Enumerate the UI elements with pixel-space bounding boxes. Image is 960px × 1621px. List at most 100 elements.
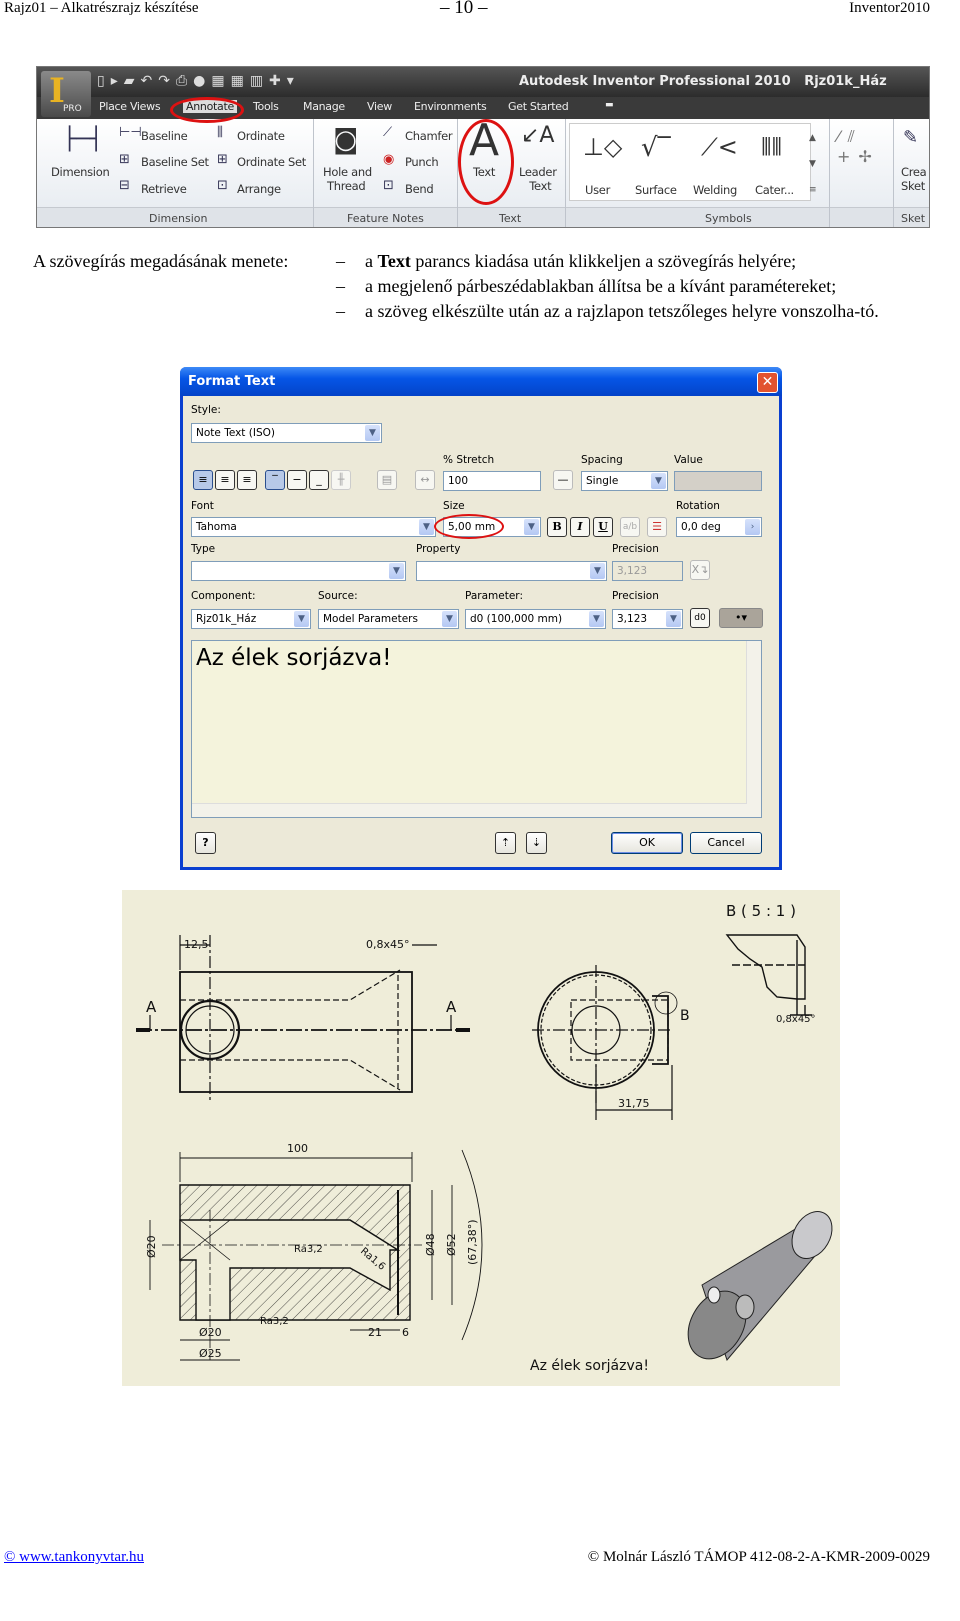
italic-button[interactable]: I — [570, 517, 590, 537]
chevron-down-icon: ▼ — [666, 611, 681, 627]
fraction-button[interactable]: a/b — [620, 517, 640, 537]
close-button[interactable]: ✕ — [757, 372, 778, 393]
value-label: Value — [674, 454, 703, 466]
spacing-select[interactable]: Single ▼ — [581, 471, 668, 491]
horizontal-scrollbar[interactable] — [192, 803, 747, 817]
chevron-down-icon: ▼ — [590, 563, 605, 579]
cancel-button[interactable]: Cancel — [690, 832, 762, 854]
source-select[interactable]: Model Parameters ▼ — [318, 609, 459, 629]
move-up-button[interactable]: ⇡ — [495, 832, 516, 854]
chevron-down-icon: ▼ — [651, 473, 666, 489]
surface-button[interactable]: Surface — [635, 183, 677, 197]
tab-tools[interactable]: Tools — [253, 100, 279, 113]
chevron-down-icon: ▼ — [589, 611, 604, 627]
welding-button[interactable]: Welding — [693, 183, 737, 197]
ok-button[interactable]: OK — [611, 832, 683, 854]
add-property-button[interactable]: X↴ — [690, 560, 710, 580]
line-spacing-button[interactable]: — — [553, 470, 573, 490]
footer-link[interactable]: © www.tankonyvtar.hu — [4, 1549, 144, 1566]
punch-button[interactable]: Punch — [405, 155, 439, 169]
source-label: Source: — [318, 590, 358, 602]
centerline-icons[interactable]: ⁄⫽ +✢ — [837, 127, 880, 166]
dash: – — [336, 251, 345, 271]
precision-value: 3,123 — [617, 565, 648, 577]
header-right: Inventor2010 — [849, 0, 930, 16]
group-symbols: Symbols — [705, 212, 752, 225]
chevron-down-icon: ▼ — [442, 611, 457, 627]
app-button[interactable]: I PRO — [41, 71, 91, 117]
dim-dia48: Ø48 — [424, 1233, 437, 1256]
value-input[interactable] — [674, 471, 762, 491]
text-frame-button[interactable]: ▤ — [377, 470, 397, 490]
quick-access-toolbar[interactable]: ▯▸▰↶↷⎙●▦▦▥✚▾ — [97, 73, 300, 89]
gallery-scroll[interactable]: ▲ ▼ ≡ — [809, 125, 817, 203]
chevron-down-icon: ▼ — [524, 519, 539, 535]
bend-button[interactable]: Bend — [405, 182, 434, 196]
user-button[interactable]: User — [585, 183, 610, 197]
underline-button[interactable]: U — [593, 517, 613, 537]
align-top-button[interactable]: ‾ — [265, 470, 285, 490]
align-right-button[interactable]: ≡ — [237, 470, 257, 490]
text-edit-area[interactable]: Az élek sorjázva! — [191, 640, 762, 818]
add-parameter-button[interactable]: d0 — [690, 608, 710, 628]
tab-view[interactable]: View — [367, 100, 392, 113]
tab-environments[interactable]: Environments — [414, 100, 487, 113]
parameter-select[interactable]: d0 (100,000 mm) ▼ — [465, 609, 606, 629]
surface-icon: √‾ — [641, 133, 671, 163]
help-button[interactable]: ? — [195, 832, 216, 854]
align-left-button[interactable]: ≡ — [193, 470, 213, 490]
chamfer-button[interactable]: Chamfer — [405, 129, 453, 143]
create-sketch-button[interactable]: Crea Sket — [901, 165, 927, 193]
style-select[interactable]: Note Text (ISO) ▼ — [191, 423, 382, 443]
size-label: Size — [443, 500, 465, 512]
precision2-label: Precision — [612, 590, 659, 602]
move-down-button[interactable]: ⇣ — [526, 832, 547, 854]
component-select[interactable]: Rjz01k_Ház ▼ — [191, 609, 311, 629]
arrange-button[interactable]: Arrange — [237, 182, 281, 196]
stretch-input[interactable]: 100 — [443, 471, 541, 491]
dimension-button[interactable]: Dimension — [51, 165, 110, 179]
bold-button[interactable]: B — [547, 517, 567, 537]
color-button[interactable]: ☰ — [647, 517, 667, 537]
align-center-button[interactable]: ≡ — [215, 470, 235, 490]
front-view — [136, 935, 470, 1100]
precision-label: Precision — [612, 543, 659, 555]
tab-place-views[interactable]: Place Views — [99, 100, 161, 113]
baseline-set-button[interactable]: Baseline Set — [141, 155, 209, 169]
baseline-icon: ⊢⊣ — [119, 125, 142, 140]
3d-model-view — [687, 1211, 833, 1362]
detail-mark-b: B — [680, 1008, 690, 1024]
dim-dia52: Ø52 — [445, 1233, 458, 1256]
type-select[interactable]: ▼ — [191, 561, 406, 581]
tab-manage[interactable]: Manage — [303, 100, 345, 113]
hole-thread-button[interactable]: Hole and Thread — [323, 165, 372, 193]
baseline-button[interactable]: Baseline — [141, 129, 188, 143]
align-bottom-button[interactable]: _ — [309, 470, 329, 490]
stack-button[interactable]: ╫ — [331, 470, 351, 490]
step-text: parancs kiadása után klikkeljen a szöveg… — [410, 251, 797, 271]
ordinate-set-button[interactable]: Ordinate Set — [237, 155, 306, 169]
rotation-input[interactable]: 0,0 deg › — [676, 517, 762, 537]
parameter-label: Parameter: — [465, 590, 523, 602]
divider — [457, 119, 458, 227]
tab-get-started[interactable]: Get Started — [508, 100, 569, 113]
precision2-select[interactable]: 3,123 ▼ — [612, 609, 683, 629]
caterpillar-button[interactable]: Cater... — [755, 183, 794, 197]
symbol-select[interactable]: •▾ — [719, 608, 763, 628]
property-select[interactable]: ▼ — [416, 561, 607, 581]
ordinate-button[interactable]: Ordinate — [237, 129, 285, 143]
align-middle-button[interactable]: − — [287, 470, 307, 490]
vertical-scrollbar[interactable] — [746, 641, 761, 817]
dimension-icon: ├─┤ — [63, 127, 103, 152]
leader-text-button[interactable]: Leader Text — [519, 165, 557, 193]
chevron-right-icon[interactable]: › — [745, 519, 760, 535]
minimize-ribbon-icon[interactable]: ▬ — [605, 100, 614, 110]
font-select[interactable]: Tahoma ▼ — [191, 517, 436, 537]
crea-label: Crea — [901, 165, 927, 179]
precision-select-disabled[interactable]: 3,123 — [612, 561, 683, 581]
spacing-label: Spacing — [581, 454, 623, 466]
hole-and-label: Hole and — [323, 165, 372, 179]
retrieve-button[interactable]: Retrieve — [141, 182, 187, 196]
hole-thread-icon: ◙ — [333, 125, 359, 155]
style-value: Note Text (ISO) — [196, 427, 275, 439]
